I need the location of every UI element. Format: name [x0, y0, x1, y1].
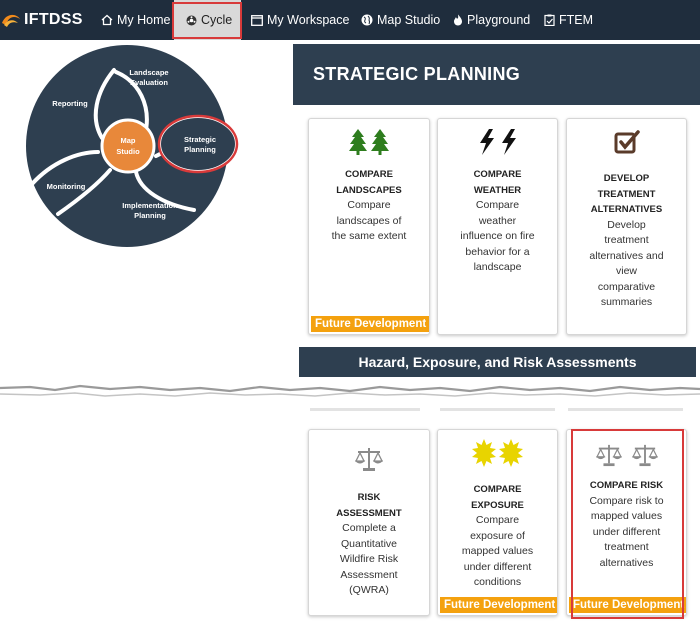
future-development-badge: Future Development	[311, 316, 429, 332]
cycle-highlight-box	[172, 2, 242, 39]
card-title-line: WEATHER	[473, 184, 522, 196]
card-compare-weather[interactable]: COMPARE WEATHER Compare weather influenc…	[437, 118, 558, 335]
implementation-planning-label-1[interactable]: Implementation	[122, 201, 178, 210]
card-desc-line: mapped values	[461, 545, 534, 557]
map-studio-center[interactable]	[100, 118, 156, 174]
card-develop-treatment-alternatives[interactable]: DEVELOP TREATMENT ALTERNATIVES Develop t…	[566, 118, 687, 335]
nav-map-studio-label: Map Studio	[377, 13, 441, 27]
nav-playground-label: Playground	[467, 13, 531, 27]
lightning-icon	[438, 125, 557, 159]
tree-icon	[309, 125, 429, 159]
nav-my-home-label: My Home	[117, 13, 171, 27]
card-desc-line: Develop	[607, 218, 646, 231]
top-navbar: IFTDSS My Home Cycle My Workspace Map St…	[0, 0, 700, 40]
card-title-line: COMPARE	[345, 169, 393, 180]
card-title-line: ASSESSMENT	[336, 507, 402, 519]
brand-name: IFTDSS	[24, 11, 83, 28]
nav-map-studio[interactable]: Map Studio	[361, 0, 440, 40]
card-desc-line: behavior for a	[465, 245, 530, 258]
card-desc-line: the same extent	[331, 230, 407, 242]
scale-icon	[309, 442, 429, 476]
sun-icon	[438, 436, 557, 470]
card-compare-landscapes[interactable]: COMPARE LANDSCAPES Compare landscapes of…	[308, 118, 430, 335]
card-desc-line: alternatives and	[589, 249, 664, 262]
nav-my-home[interactable]: My Home	[101, 0, 170, 40]
hazard-section-title: Hazard, Exposure, and Risk Assessments	[358, 354, 637, 370]
card-desc-line: under different	[463, 560, 532, 573]
compare-risk-highlight-box	[571, 429, 684, 619]
card-risk-assessment[interactable]: RISK ASSESSMENT Complete a Quantitative …	[308, 429, 430, 616]
strategic-planning-header: STRATEGIC PLANNING	[293, 44, 700, 105]
fire-icon	[453, 14, 463, 26]
card-desc-line: summaries	[600, 296, 653, 308]
reporting-label[interactable]: Reporting	[52, 99, 88, 108]
monitoring-label[interactable]: Monitoring	[47, 182, 86, 191]
clipboard-icon	[544, 14, 555, 26]
cycle-diagram: Map Studio Landscape Evaluation Reportin…	[26, 45, 239, 247]
card-desc-line: comparative	[597, 280, 656, 293]
home-icon	[101, 14, 113, 26]
card-desc-line: treatment	[604, 234, 649, 246]
strategic-planning-label-2[interactable]: Planning	[184, 145, 216, 154]
nav-ftem[interactable]: FTEM	[544, 0, 593, 40]
nav-my-workspace[interactable]: My Workspace	[251, 0, 349, 40]
card-desc-line: (QWRA)	[349, 584, 389, 596]
card-desc-line: Compare	[347, 199, 391, 211]
card-desc-line: Compare	[475, 514, 520, 526]
landscape-evaluation-label-2[interactable]: Evaluation	[130, 78, 168, 87]
card-title-line: COMPARE	[473, 169, 522, 180]
card-desc-line: exposure of	[470, 529, 525, 542]
card-desc-line: influence on fire	[460, 230, 535, 242]
card-desc-line: view	[615, 265, 637, 277]
nav-playground[interactable]: Playground	[453, 0, 530, 40]
map-studio-label-2: Studio	[116, 147, 140, 156]
landscape-evaluation-label-1[interactable]: Landscape	[129, 68, 168, 77]
brand[interactable]: IFTDSS	[0, 0, 83, 40]
checkbox-icon	[567, 125, 686, 159]
card-desc-line: Wildfire Risk	[339, 553, 399, 565]
card-desc-line: landscapes of	[336, 214, 402, 227]
future-development-badge: Future Development	[440, 597, 557, 613]
map-studio-label-1: Map	[121, 136, 136, 145]
card-title-line: TREATMENT	[597, 188, 656, 200]
nav-my-workspace-label: My Workspace	[267, 13, 350, 27]
globe-icon	[361, 14, 373, 26]
card-desc-line: conditions	[473, 576, 522, 588]
strategic-planning-label-1[interactable]: Strategic	[184, 135, 216, 144]
page-break-tear	[0, 384, 700, 411]
card-desc-line: Quantitative	[340, 537, 398, 550]
iftdss-logo-icon	[2, 14, 20, 27]
card-title-line: ALTERNATIVES	[590, 204, 663, 215]
card-title-line: RISK	[357, 492, 381, 503]
card-title-line: DEVELOP	[603, 173, 650, 184]
strategic-planning-segment[interactable]	[159, 116, 237, 172]
card-title-line: EXPOSURE	[471, 499, 524, 511]
card-title-line: COMPARE	[473, 484, 522, 495]
strategic-planning-title: STRATEGIC PLANNING	[313, 64, 521, 84]
card-desc-line: weather	[478, 214, 517, 227]
card-desc-line: Complete a	[342, 522, 396, 534]
nav-ftem-label: FTEM	[559, 13, 594, 27]
card-title-line: LANDSCAPES	[336, 184, 402, 196]
window-icon	[251, 14, 263, 26]
card-desc-line: Compare	[475, 199, 520, 211]
card-desc-line: Assessment	[340, 568, 398, 581]
implementation-planning-label-2[interactable]: Planning	[134, 211, 166, 220]
card-desc-line: landscape	[473, 261, 522, 273]
card-compare-exposure[interactable]: COMPARE EXPOSURE Compare exposure of map…	[437, 429, 558, 616]
